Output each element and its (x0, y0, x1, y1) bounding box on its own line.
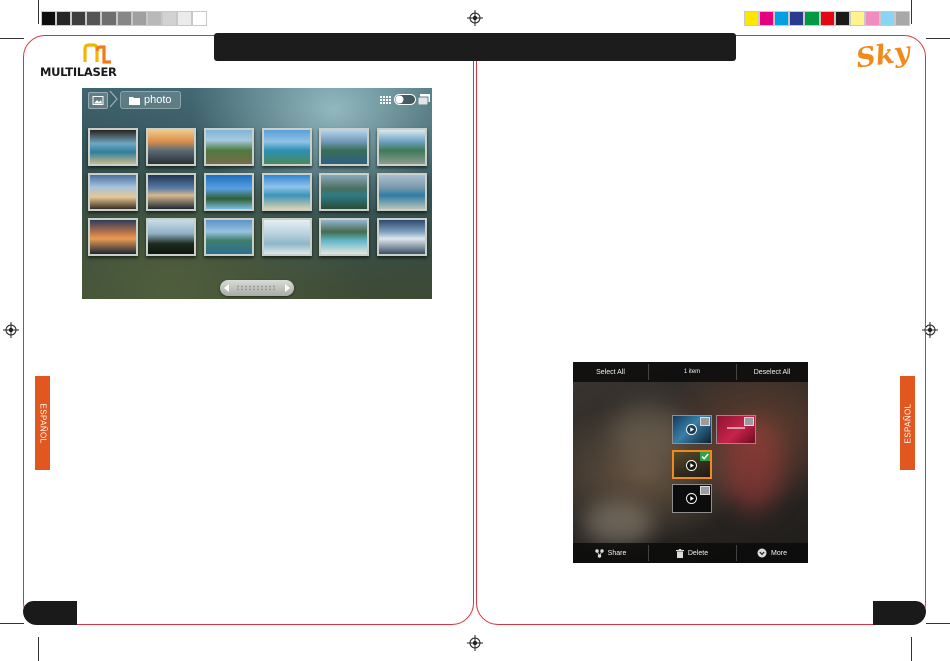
photo-thumbnail[interactable] (319, 173, 369, 211)
delete-label: Delete (687, 549, 709, 557)
photo-thumbnail[interactable] (204, 218, 254, 256)
gallery-home-icon (92, 96, 104, 105)
language-tab-label: ESPAÑOL (903, 403, 912, 443)
scroll-dots-icon (237, 285, 275, 291)
color-swatch (879, 11, 896, 26)
photo-thumbnail[interactable] (204, 173, 254, 211)
photo-thumbnail[interactable] (88, 173, 138, 211)
video-thumbnail[interactable] (672, 484, 712, 513)
color-swatch (131, 11, 147, 26)
registration-mark-icon (3, 322, 19, 338)
check-icon[interactable] (700, 452, 710, 461)
color-swatch (101, 11, 117, 26)
color-swatch (176, 11, 193, 26)
photo-thumbnail[interactable] (88, 128, 138, 166)
language-tab-label: ESPAÑOL (38, 403, 47, 443)
photo-thumbnail[interactable] (319, 218, 369, 256)
color-swatch (849, 11, 865, 26)
multilaser-wordmark: MULTILASER (40, 65, 117, 79)
registration-mark-icon (467, 635, 483, 651)
color-swatch (192, 11, 208, 26)
gallery-home-button[interactable] (88, 92, 108, 109)
photo-thumbnail[interactable] (319, 128, 369, 166)
photo-thumbnail[interactable] (146, 173, 196, 211)
more-label: More (771, 549, 787, 557)
more-icon (757, 548, 767, 558)
color-swatch (41, 11, 57, 26)
photo-thumbnail[interactable] (377, 173, 427, 211)
selection-top-bar: Select All 1 item Deselect All (573, 362, 808, 382)
color-swatch (804, 11, 820, 26)
select-all-button[interactable]: Select All (573, 362, 648, 382)
color-swatch (759, 11, 775, 26)
color-swatch (116, 11, 132, 26)
photo-thumbnail[interactable] (146, 218, 196, 256)
color-swatch (86, 11, 102, 26)
play-icon (686, 424, 697, 435)
selection-count-label: 1 item (683, 369, 701, 375)
color-swatch (161, 11, 177, 26)
photo-thumbnail[interactable] (88, 218, 138, 256)
slideshow-icon[interactable] (418, 94, 430, 105)
scroll-left-arrow-icon[interactable] (224, 284, 230, 292)
delete-button[interactable]: Delete (648, 543, 736, 563)
page-number-box-right (873, 601, 926, 625)
color-swatch (744, 11, 760, 26)
color-swatch (71, 11, 87, 26)
color-swatch (819, 11, 835, 26)
trash-icon (675, 548, 684, 558)
header-bar (214, 33, 736, 61)
scroll-right-arrow-icon[interactable] (284, 284, 290, 292)
selection-checkbox[interactable] (744, 417, 754, 426)
color-swatch (895, 11, 911, 26)
selection-bottom-bar: Share Delete More (573, 543, 808, 563)
grid-view-icon[interactable] (380, 96, 392, 104)
multilaser-logo: MULTILASER (40, 42, 130, 82)
registration-mark-icon (467, 10, 483, 26)
color-swatch (146, 11, 162, 26)
selection-screenshot: Select All 1 item Deselect All Share Del… (573, 362, 808, 563)
folder-label: photo (144, 94, 172, 106)
multilaser-mark-icon (83, 43, 111, 64)
language-tab-right: ESPAÑOL (900, 376, 915, 470)
gallery-top-bar: photo (82, 88, 432, 110)
color-swatch (774, 11, 790, 26)
folder-icon (129, 96, 140, 105)
gallery-screenshot: photo (82, 88, 432, 299)
photo-thumbnail[interactable] (377, 128, 427, 166)
video-thumbnail-selected[interactable] (672, 450, 712, 479)
photo-thumbnail[interactable] (262, 173, 312, 211)
language-tab-left: ESPAÑOL (35, 376, 50, 470)
video-thumbnail[interactable] (672, 415, 712, 444)
share-button[interactable]: Share (573, 543, 648, 563)
selection-checkbox[interactable] (700, 486, 710, 495)
share-icon (594, 548, 604, 558)
breadcrumb-chevron-icon (109, 90, 118, 108)
color-swatch (834, 11, 850, 26)
photo-thumbnail[interactable] (146, 128, 196, 166)
deselect-all-button[interactable]: Deselect All (736, 362, 808, 382)
more-button[interactable]: More (736, 543, 808, 563)
breadcrumb-folder[interactable]: photo (120, 91, 181, 109)
color-swatch (56, 11, 72, 26)
photo-thumbnail[interactable] (204, 128, 254, 166)
video-thumbnail[interactable] (716, 415, 756, 444)
selection-count: 1 item (648, 362, 736, 382)
gallery-scroll-bar[interactable] (220, 280, 294, 296)
share-label: Share (607, 549, 627, 557)
selection-checkbox[interactable] (700, 417, 710, 426)
color-swatch (864, 11, 880, 26)
photo-thumbnail[interactable] (377, 218, 427, 256)
view-toggle-icon[interactable] (394, 94, 416, 105)
select-all-label: Select All (596, 368, 625, 376)
page-number-box-left (23, 601, 77, 625)
photo-thumbnail[interactable] (262, 218, 312, 256)
color-swatch (789, 11, 805, 26)
photo-thumbnail[interactable] (262, 128, 312, 166)
deselect-all-label: Deselect All (753, 368, 791, 376)
play-icon (686, 493, 697, 504)
play-icon (686, 460, 697, 471)
